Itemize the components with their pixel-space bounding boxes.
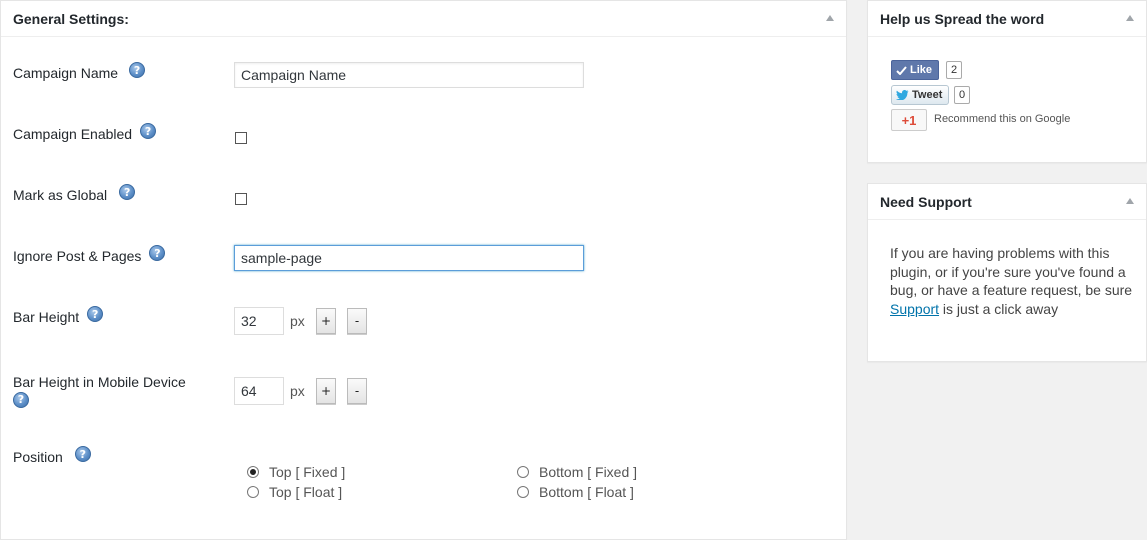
- bar-height-label: Bar Height: [13, 309, 80, 325]
- spread-word-box: Help us Spread the word Like 2 Tweet 0 +…: [867, 0, 1147, 163]
- google-plus-label: +1: [901, 112, 917, 128]
- bar-height-unit: px: [290, 313, 305, 329]
- bar-height-mobile-plus-button[interactable]: +: [316, 378, 336, 404]
- help-icon[interactable]: [74, 446, 91, 462]
- position-bottom-fixed-label[interactable]: Bottom [ Fixed ]: [539, 464, 637, 480]
- google-plus-text: Recommend this on Google: [934, 113, 1071, 125]
- general-settings-title: General Settings:: [13, 10, 129, 27]
- position-top-fixed-radio[interactable]: [247, 466, 259, 478]
- google-plus-button[interactable]: +1: [891, 109, 927, 131]
- bar-height-mobile-unit: px: [290, 383, 305, 399]
- position-bottom-float-radio[interactable]: [517, 486, 529, 498]
- campaign-name-input[interactable]: [234, 62, 584, 88]
- bar-height-row: Bar Height: [13, 306, 104, 325]
- campaign-enabled-row: Campaign Enabled: [13, 123, 157, 142]
- bar-height-mobile-row: Bar Height in Mobile Device: [13, 374, 186, 408]
- support-text: If you are having problems with this plu…: [890, 244, 1135, 318]
- help-icon[interactable]: [149, 245, 166, 261]
- position-top-fixed-label[interactable]: Top [ Fixed ]: [269, 464, 345, 480]
- spread-word-title: Help us Spread the word: [880, 10, 1045, 27]
- bar-height-minus-button[interactable]: -: [347, 308, 367, 334]
- help-icon[interactable]: [140, 123, 157, 139]
- position-bottom-fixed-radio[interactable]: [517, 466, 529, 478]
- bar-height-mobile-minus-button[interactable]: -: [347, 378, 367, 404]
- tweet-count: 0: [954, 86, 971, 104]
- campaign-name-row: Campaign Name: [13, 62, 146, 81]
- need-support-header[interactable]: Need Support: [868, 184, 1146, 220]
- mark-global-label: Mark as Global: [13, 187, 108, 203]
- bar-height-mobile-label: Bar Height in Mobile Device: [13, 374, 186, 390]
- support-text-before: If you are having problems with this plu…: [890, 245, 1133, 298]
- ignore-label: Ignore Post & Pages: [13, 248, 142, 264]
- facebook-like-count: 2: [946, 61, 963, 79]
- help-icon[interactable]: [13, 391, 29, 408]
- support-link[interactable]: Support: [890, 301, 939, 317]
- collapse-arrow-icon[interactable]: [1126, 15, 1134, 21]
- help-icon[interactable]: [119, 184, 136, 200]
- spread-word-header[interactable]: Help us Spread the word: [868, 1, 1146, 37]
- ignore-row: Ignore Post & Pages: [13, 245, 166, 264]
- position-top-float-radio[interactable]: [247, 486, 259, 498]
- twitter-bird-icon: [896, 90, 909, 100]
- general-settings-header[interactable]: General Settings:: [1, 1, 846, 37]
- bar-height-input[interactable]: [234, 307, 284, 335]
- campaign-enabled-checkbox[interactable]: [235, 132, 247, 144]
- tweet-button[interactable]: Tweet: [891, 85, 949, 105]
- bar-height-mobile-input[interactable]: [234, 377, 284, 405]
- position-bottom-float-label[interactable]: Bottom [ Float ]: [539, 484, 634, 500]
- position-label: Position: [13, 449, 63, 465]
- collapse-arrow-icon[interactable]: [826, 15, 834, 21]
- tweet-label: Tweet: [912, 89, 943, 101]
- campaign-enabled-label: Campaign Enabled: [13, 126, 133, 142]
- mark-global-row: Mark as Global: [13, 184, 136, 203]
- need-support-title: Need Support: [880, 193, 972, 210]
- position-top-float-label[interactable]: Top [ Float ]: [269, 484, 342, 500]
- help-icon[interactable]: [87, 306, 104, 322]
- facebook-like-button[interactable]: Like: [891, 60, 939, 80]
- ignore-pages-input[interactable]: [234, 245, 584, 271]
- facebook-like-icon: [896, 65, 907, 75]
- support-text-after: is just a click away: [939, 300, 1059, 317]
- position-row: Position: [13, 446, 91, 465]
- mark-global-checkbox[interactable]: [235, 193, 247, 205]
- campaign-name-label: Campaign Name: [13, 65, 119, 81]
- general-settings-box: General Settings: Campaign Name Campaign…: [0, 0, 847, 540]
- help-icon[interactable]: [129, 62, 146, 78]
- need-support-box: Need Support If you are having problems …: [867, 183, 1147, 362]
- bar-height-plus-button[interactable]: +: [316, 308, 336, 334]
- collapse-arrow-icon[interactable]: [1126, 198, 1134, 204]
- facebook-like-label: Like: [910, 64, 933, 76]
